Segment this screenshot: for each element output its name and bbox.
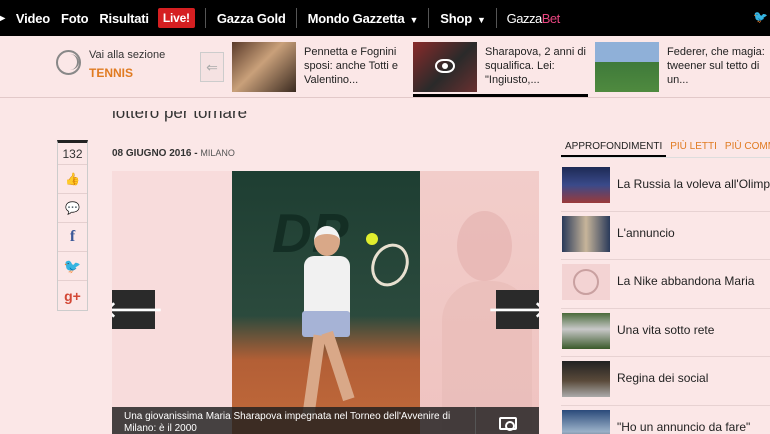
list-item-title: Una vita sotto rete	[617, 322, 715, 337]
gallery-photo[interactable]: DP	[232, 171, 420, 434]
sidebar-tabs: APPROFONDIMENTI PIÙ LETTI PIÙ COMMENTATI	[561, 138, 770, 158]
gallery-next-button[interactable]: 🡒	[488, 290, 539, 329]
list-item[interactable]: Regina dei social	[561, 357, 770, 406]
tab-piu-letti[interactable]: PIÙ LETTI	[666, 138, 721, 157]
story-title: Federer, che magia: tweener sul tetto di…	[667, 46, 765, 86]
nav-divider	[428, 8, 430, 28]
article-date: 08 GIUGNO 2016 - MILANO	[112, 148, 235, 159]
date-city: MILANO	[200, 148, 235, 158]
google-plus-icon: g+	[64, 287, 81, 304]
arrow-right-icon: 🡒	[488, 296, 539, 322]
eye-icon	[435, 59, 455, 73]
twitter-icon: 🐦	[63, 257, 82, 274]
comment-button[interactable]: 💬	[58, 194, 87, 223]
twitter-icon[interactable]: 🐦	[753, 10, 768, 24]
camera-icon	[499, 417, 517, 431]
chevron-down-icon: ▼	[409, 14, 419, 25]
story-title: Pennetta e Fognini sposi: anche Totti e …	[304, 46, 398, 86]
list-thumbnail	[562, 312, 610, 349]
section-label: Vai alla sezione	[89, 49, 166, 61]
nav-gazza-gold[interactable]: Gazza Gold	[217, 11, 286, 26]
thumbs-up-icon: 👍	[65, 172, 80, 186]
list-item[interactable]: La Russia la voleva all'Olimpiade	[561, 163, 770, 212]
nav-shop[interactable]: Shop ▼	[440, 10, 486, 26]
list-item[interactable]: "Ho un annuncio da fare"	[561, 406, 770, 434]
list-thumbnail	[562, 409, 610, 434]
comment-icon: 💬	[65, 201, 80, 215]
section-strip: Vai alla sezione TENNIS ⇐ Pennetta e Fog…	[0, 36, 770, 98]
story-thumbnail	[232, 42, 296, 92]
nav-risultati[interactable]: Risultati	[99, 11, 149, 26]
gallery-caption: Una giovanissima Maria Sharapova impegna…	[112, 407, 475, 434]
player-leg	[302, 334, 326, 416]
twitter-share-button[interactable]: 🐦	[58, 252, 87, 281]
gazzabet-logo[interactable]: GazzaBet	[506, 10, 561, 26]
nav-divider	[495, 8, 497, 28]
player-head	[314, 226, 340, 256]
gallery-mode-button[interactable]	[475, 407, 539, 434]
list-item-title: La Russia la voleva all'Olimpiade	[617, 177, 770, 191]
story-thumbnail	[595, 42, 659, 92]
story-thumbnail	[413, 42, 477, 92]
googleplus-share-button[interactable]: g+	[58, 281, 87, 310]
arrow-left-icon: ⇐	[206, 58, 218, 75]
list-item-title: "Ho un annuncio da fare"	[617, 419, 751, 434]
tennis-ball-icon	[56, 50, 81, 75]
list-item[interactable]: La Nike abbandona Maria	[561, 260, 770, 309]
date-day: 08 GIUGNO 2016	[112, 148, 192, 159]
tennis-ball	[366, 233, 378, 245]
list-item[interactable]: L'annuncio	[561, 212, 770, 260]
tennis-ball-icon	[573, 269, 599, 295]
nav-shop-label: Shop	[440, 10, 472, 26]
social-share-bar: 132 👍 💬 f 🐦 g+	[57, 140, 88, 311]
share-count: 132	[58, 143, 87, 165]
list-item-title: La Nike abbandona Maria	[617, 274, 755, 288]
story-title: Sharapova, 2 anni di squalifica. Lei: "I…	[485, 46, 586, 86]
gazzabet-logo-a: Gazza	[506, 10, 543, 26]
live-button[interactable]: Live!	[157, 8, 195, 28]
nav-mondo-label: Mondo Gazzetta	[307, 10, 405, 26]
list-thumbnail	[562, 264, 610, 300]
tab-piu-commentati[interactable]: PIÙ COMMENTATI	[721, 138, 770, 157]
nav-video[interactable]: Video	[16, 11, 50, 26]
section-name: TENNIS	[89, 66, 134, 80]
ghost-figure-head	[457, 211, 512, 281]
chevron-down-icon: ▼	[476, 14, 486, 25]
tab-approfondimenti[interactable]: APPROFONDIMENTI	[561, 138, 667, 157]
list-item-title: Regina dei social	[617, 371, 709, 385]
chevron-right-icon[interactable]: ▸	[0, 13, 5, 24]
nav-divider	[204, 8, 206, 28]
list-item[interactable]: Una vita sotto rete	[561, 309, 770, 357]
player-body	[304, 256, 350, 316]
sidebar-list: La Russia la voleva all'Olimpiade L'annu…	[561, 163, 770, 434]
list-thumbnail	[562, 215, 610, 252]
photo-gallery: DP 🡐 🡒 Una giovanissima Maria Sharapova …	[112, 171, 539, 434]
tennis-racket	[364, 237, 416, 293]
like-button[interactable]: 👍	[58, 165, 87, 194]
article-headline: lottero per tornare	[112, 103, 248, 122]
gallery-prev-button[interactable]: 🡐	[112, 290, 163, 329]
list-thumbnail	[562, 167, 610, 203]
nav-foto[interactable]: Foto	[61, 11, 89, 26]
facebook-share-button[interactable]: f	[58, 223, 87, 252]
active-story-indicator	[413, 94, 588, 97]
list-thumbnail	[562, 361, 610, 397]
player-leg	[321, 330, 355, 402]
top-nav: ▸ Video Foto Risultati Live! Gazza Gold …	[0, 0, 770, 36]
gazzabet-logo-b: Bet	[541, 10, 561, 26]
carousel-prev-button[interactable]: ⇐	[200, 52, 224, 82]
nav-mondo-gazzetta[interactable]: Mondo Gazzetta ▼	[308, 11, 419, 26]
arrow-left-icon: 🡐	[112, 296, 163, 322]
list-item-title: L'annuncio	[617, 225, 675, 240]
facebook-icon: f	[69, 228, 76, 245]
nav-divider	[295, 8, 297, 28]
